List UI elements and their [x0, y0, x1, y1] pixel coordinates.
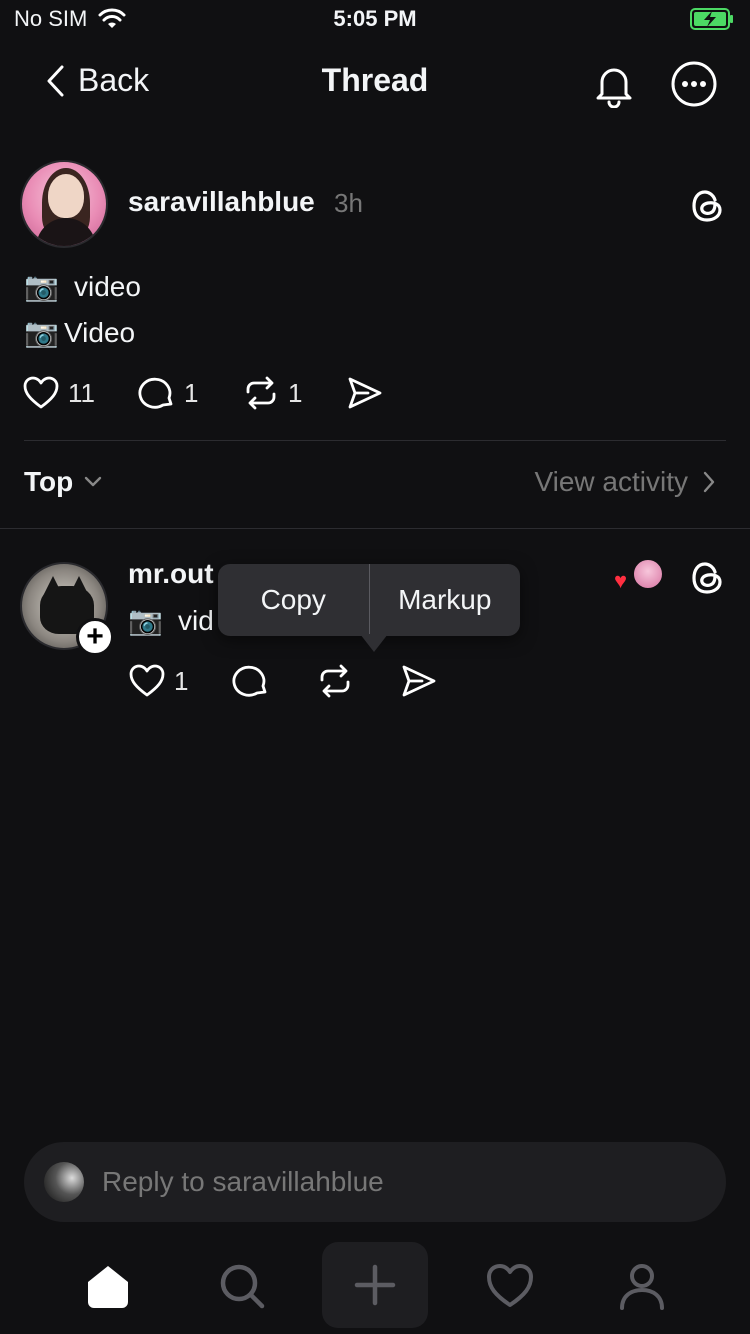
reply-username[interactable]: mr.out [128, 558, 214, 590]
search-icon [220, 1264, 265, 1309]
reply-like-button[interactable]: 1 [128, 662, 188, 700]
status-time: 5:05 PM [333, 6, 417, 31]
tab-home[interactable] [66, 1244, 150, 1328]
follow-plus-icon[interactable]: + [76, 618, 114, 656]
repost-button[interactable]: 1 [242, 374, 302, 412]
menu-pointer [360, 634, 388, 652]
bell-icon[interactable] [590, 60, 638, 108]
share-icon [348, 377, 382, 409]
tab-profile[interactable] [600, 1244, 684, 1328]
plus-icon [354, 1264, 396, 1306]
camera-emoji: 📷 [24, 271, 59, 302]
tab-search[interactable] [200, 1244, 284, 1328]
view-activity-label: View activity [534, 466, 688, 497]
like-button[interactable]: 11 [22, 374, 95, 412]
person-icon [620, 1264, 664, 1310]
reply-comment-button[interactable] [232, 662, 270, 700]
threads-logo-icon[interactable] [688, 186, 728, 226]
share-icon [402, 665, 436, 697]
sort-label: Top [24, 466, 74, 497]
share-button[interactable] [346, 374, 384, 412]
reply-share-button[interactable] [400, 662, 438, 700]
post-timestamp: 3h [334, 188, 363, 218]
post-text: video [74, 270, 141, 302]
copy-menu-item[interactable]: Copy [218, 564, 369, 636]
tab-activity[interactable] [468, 1244, 552, 1328]
post-text-line: 📷 video [24, 270, 141, 303]
home-icon [88, 1266, 128, 1308]
repost-icon [246, 376, 276, 410]
author-avatar[interactable] [20, 160, 108, 248]
heart-filled-icon: ♥ [614, 568, 628, 593]
chevron-right-icon [703, 471, 715, 493]
post-text-line: 📷 Video [24, 316, 135, 349]
repost-icon [320, 664, 350, 698]
reply-like-count: 1 [174, 665, 189, 696]
sort-dropdown[interactable]: Top [24, 466, 103, 498]
battery-icon [690, 8, 733, 30]
heart-icon [487, 1264, 533, 1307]
threads-logo-icon[interactable] [688, 558, 728, 598]
camera-emoji: 📷 [24, 317, 59, 348]
edit-menu-popup: Copy Markup [218, 564, 520, 636]
more-icon[interactable] [670, 60, 718, 108]
comment-icon [232, 665, 267, 697]
current-user-avatar [44, 1162, 84, 1202]
heart-icon [129, 664, 165, 697]
reply-input[interactable]: Reply to saravillahblue [24, 1142, 726, 1222]
comment-button[interactable]: 1 [138, 374, 198, 412]
liked-by-author-badge: ♥ [612, 558, 664, 593]
post-text: Video [64, 316, 136, 348]
markup-menu-item[interactable]: Markup [370, 564, 521, 636]
author-mini-avatar [632, 558, 664, 590]
like-count: 11 [68, 377, 95, 408]
reply-text: vid [178, 604, 214, 636]
reply-repost-button[interactable] [316, 662, 354, 700]
reply-text-line: 📷 vid [128, 604, 214, 637]
view-activity-link[interactable]: View activity [534, 466, 716, 498]
comment-count: 1 [184, 377, 199, 408]
comment-icon [138, 377, 173, 409]
camera-emoji: 📷 [128, 605, 163, 636]
chevron-down-icon [85, 476, 102, 487]
tab-create[interactable] [322, 1242, 428, 1328]
post-username[interactable]: saravillahblue [128, 186, 315, 218]
divider [0, 528, 750, 529]
heart-icon [23, 376, 59, 409]
reply-placeholder: Reply to saravillahblue [102, 1166, 384, 1197]
repost-count: 1 [288, 377, 303, 408]
divider [24, 440, 726, 441]
